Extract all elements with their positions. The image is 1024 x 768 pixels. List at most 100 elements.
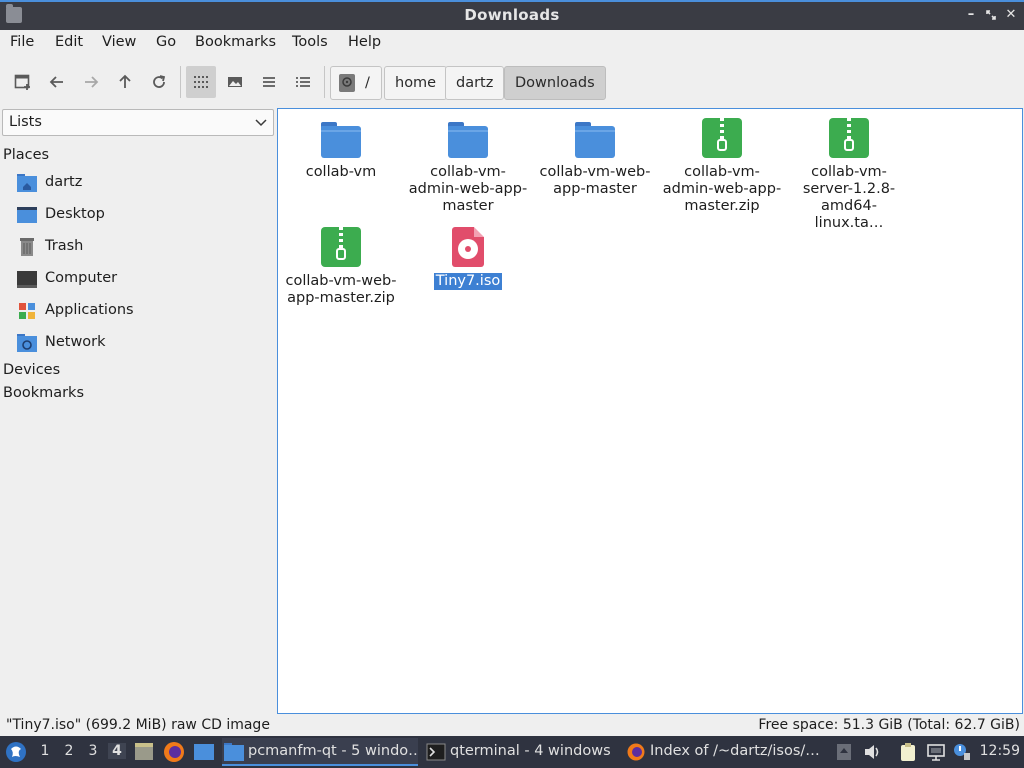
arrow-right-icon [85,76,99,88]
breadcrumb-downloads[interactable]: Downloads [504,66,606,100]
devices-header[interactable]: Devices [3,362,60,378]
desktop-switch-3[interactable]: 3 [84,743,102,759]
network-icon[interactable] [926,742,946,762]
file-name: collab-vm [305,164,377,180]
menu-go[interactable]: Go [156,34,176,50]
back-button[interactable] [42,66,72,98]
file-item[interactable]: collab-vm-web-app-master.zip [278,221,404,307]
network-folder-icon [17,334,37,352]
breadcrumb-root-label: / [365,75,370,91]
file-item[interactable]: collab-vm-admin-web-app-master [405,112,531,215]
selection-info: "Tiny7.iso" (699.2 MiB) raw CD image [6,717,270,733]
side-pane-mode-select[interactable]: Lists [2,109,274,136]
menu-help[interactable]: Help [348,34,381,50]
window-title: Downloads [464,6,560,24]
menu-bar: File Edit View Go Bookmarks Tools Help [0,30,1024,56]
desktop-switch-1[interactable]: 1 [36,743,54,759]
file-item[interactable]: collab-vm-admin-web-app-master.zip [659,112,785,215]
compact-view-button[interactable] [254,66,284,98]
new-window-icon [14,74,30,90]
menu-bookmarks[interactable]: Bookmarks [195,34,276,50]
taskbar: 1 2 3 4 pcmanfm-qt - 5 windo… qterminal … [0,736,1024,768]
updates-icon[interactable] [834,742,854,762]
sidebar-item-desktop[interactable]: Desktop [16,201,266,229]
start-menu-icon[interactable] [4,740,28,764]
clock[interactable]: 12:59 [980,743,1020,759]
disc-image-icon [447,227,489,269]
zip-archive-icon [701,118,743,160]
arrow-up-icon [119,74,131,88]
file-item-selected[interactable]: Tiny7.iso [405,221,531,290]
task-firefox[interactable]: Index of /~dartz/isos/… [624,738,820,766]
volume-icon[interactable] [862,742,882,762]
detailed-view-button[interactable] [288,66,318,98]
sidebar-item-label: Network [45,334,106,350]
desktop-switch-2[interactable]: 2 [60,743,78,759]
sidebar-item-trash[interactable]: Trash [16,233,266,261]
places-header[interactable]: Places [3,147,49,163]
sidebar-item-label: dartz [45,174,83,190]
arrow-left-icon [49,76,63,88]
zip-archive-icon [320,227,362,269]
bookmarks-header[interactable]: Bookmarks [3,385,84,401]
file-manager-launcher-icon[interactable] [133,741,155,763]
show-desktop-icon[interactable] [193,741,215,763]
free-space-info: Free space: 51.3 GiB (Total: 62.7 GiB) [758,717,1020,733]
menu-view[interactable]: View [102,34,136,50]
sidebar-item-computer[interactable]: Computer [16,265,266,293]
sidebar-item-label: Computer [45,270,118,286]
icon-view-button[interactable] [186,66,216,98]
menu-edit[interactable]: Edit [55,34,83,50]
file-view[interactable]: collab-vm collab-vm-admin-web-app-master… [277,108,1023,714]
maximize-button[interactable] [982,5,1000,25]
task-pcmanfm[interactable]: pcmanfm-qt - 5 windo… [222,738,418,766]
sidebar-item-dartz[interactable]: dartz [16,169,266,197]
breadcrumb-root[interactable]: / [330,66,382,100]
reload-button[interactable] [144,66,174,98]
status-bar: "Tiny7.iso" (699.2 MiB) raw CD image Fre… [0,714,1024,736]
sidebar-item-network[interactable]: Network [16,329,266,357]
home-folder-icon [17,174,37,192]
close-button[interactable]: ✕ [1002,5,1020,25]
clipboard-icon[interactable] [898,742,918,762]
task-qterminal[interactable]: qterminal - 4 windows [424,738,620,766]
task-label: pcmanfm-qt - 5 windo… [248,743,418,759]
sidebar-item-applications[interactable]: Applications [16,297,266,325]
breadcrumb-home[interactable]: home [384,66,448,100]
forward-button[interactable] [76,66,106,98]
computer-icon [17,271,37,288]
drive-icon [339,74,355,92]
title-bar[interactable]: Downloads – ✕ [0,0,1024,30]
firefox-launcher-icon[interactable] [163,741,185,763]
applications-icon [19,303,35,319]
chevron-down-icon [255,119,267,127]
file-item[interactable]: collab-vm [278,112,404,181]
reload-icon [153,75,166,88]
file-item[interactable]: collab-vm-server-1.2.8-amd64-linux.ta… [786,112,912,232]
folder-icon [224,743,244,761]
sidebar-item-label: Trash [45,238,84,254]
side-pane: Lists Places dartz Desktop Trash Compute… [0,108,276,714]
notification-icon[interactable] [952,742,972,762]
folder-icon [320,118,362,160]
list-icon [263,77,275,87]
toolbar-separator [180,66,181,98]
desktop-switch-4[interactable]: 4 [108,743,126,759]
file-name: collab-vm-admin-web-app-master [408,164,528,214]
sidebar-item-label: Desktop [45,206,105,222]
file-item[interactable]: collab-vm-web-app-master [532,112,658,198]
file-name: collab-vm-web-app-master.zip [285,273,397,306]
task-label: qterminal - 4 windows [450,743,611,759]
breadcrumb-dartz[interactable]: dartz [445,66,505,100]
menu-file[interactable]: File [10,34,34,50]
up-button[interactable] [110,66,140,98]
folder-icon [574,118,616,160]
thumbnail-view-button[interactable] [220,66,250,98]
zip-archive-icon [828,118,870,160]
toolbar: / home dartz Downloads [0,58,1024,106]
sidebar-item-label: Applications [45,302,134,318]
detailed-list-icon [296,77,310,87]
minimize-button[interactable]: – [962,5,980,25]
menu-tools[interactable]: Tools [292,34,328,50]
new-window-button[interactable] [8,66,38,98]
